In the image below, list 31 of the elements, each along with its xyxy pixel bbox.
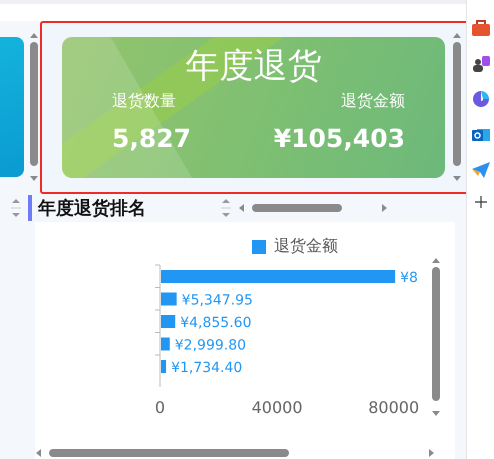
- scrollbar[interactable]: [35, 447, 435, 459]
- send-icon[interactable]: [472, 162, 490, 178]
- tick-label: 40000: [252, 398, 303, 417]
- metric-label: 退货数量: [112, 90, 176, 112]
- metric-label: 退货金额: [341, 90, 405, 112]
- scrollbar[interactable]: [451, 32, 463, 182]
- legend-label: 退货金额: [274, 236, 338, 257]
- bar: [161, 338, 170, 350]
- value-label: ¥4,855.60: [180, 315, 252, 331]
- scrollbar[interactable]: [238, 202, 388, 214]
- app-icon[interactable]: [472, 90, 490, 108]
- value-label: ¥2,999.80: [174, 338, 246, 354]
- card-title: 年度退货: [186, 44, 322, 88]
- bar: [161, 315, 176, 328]
- people-icon[interactable]: [472, 54, 490, 72]
- scrollbar[interactable]: [430, 257, 442, 417]
- briefcase-icon[interactable]: [472, 20, 490, 36]
- value-label: ¥1,734.40: [171, 360, 242, 376]
- scrollbar[interactable]: [28, 32, 40, 182]
- section-heading: 年度退货排名: [38, 197, 147, 220]
- bar: [161, 360, 166, 373]
- metric-value: ¥105,403: [274, 124, 405, 153]
- mail-icon[interactable]: [472, 126, 490, 144]
- legend-swatch: [252, 240, 266, 254]
- tick-label: 0: [154, 398, 166, 417]
- bar: [161, 292, 177, 306]
- tick-label: 80000: [368, 398, 420, 417]
- add-icon[interactable]: [474, 196, 486, 208]
- metric-value: 5,827: [112, 124, 192, 153]
- value-label: ¥8: [400, 270, 418, 286]
- value-label: ¥5,347.95: [182, 292, 253, 308]
